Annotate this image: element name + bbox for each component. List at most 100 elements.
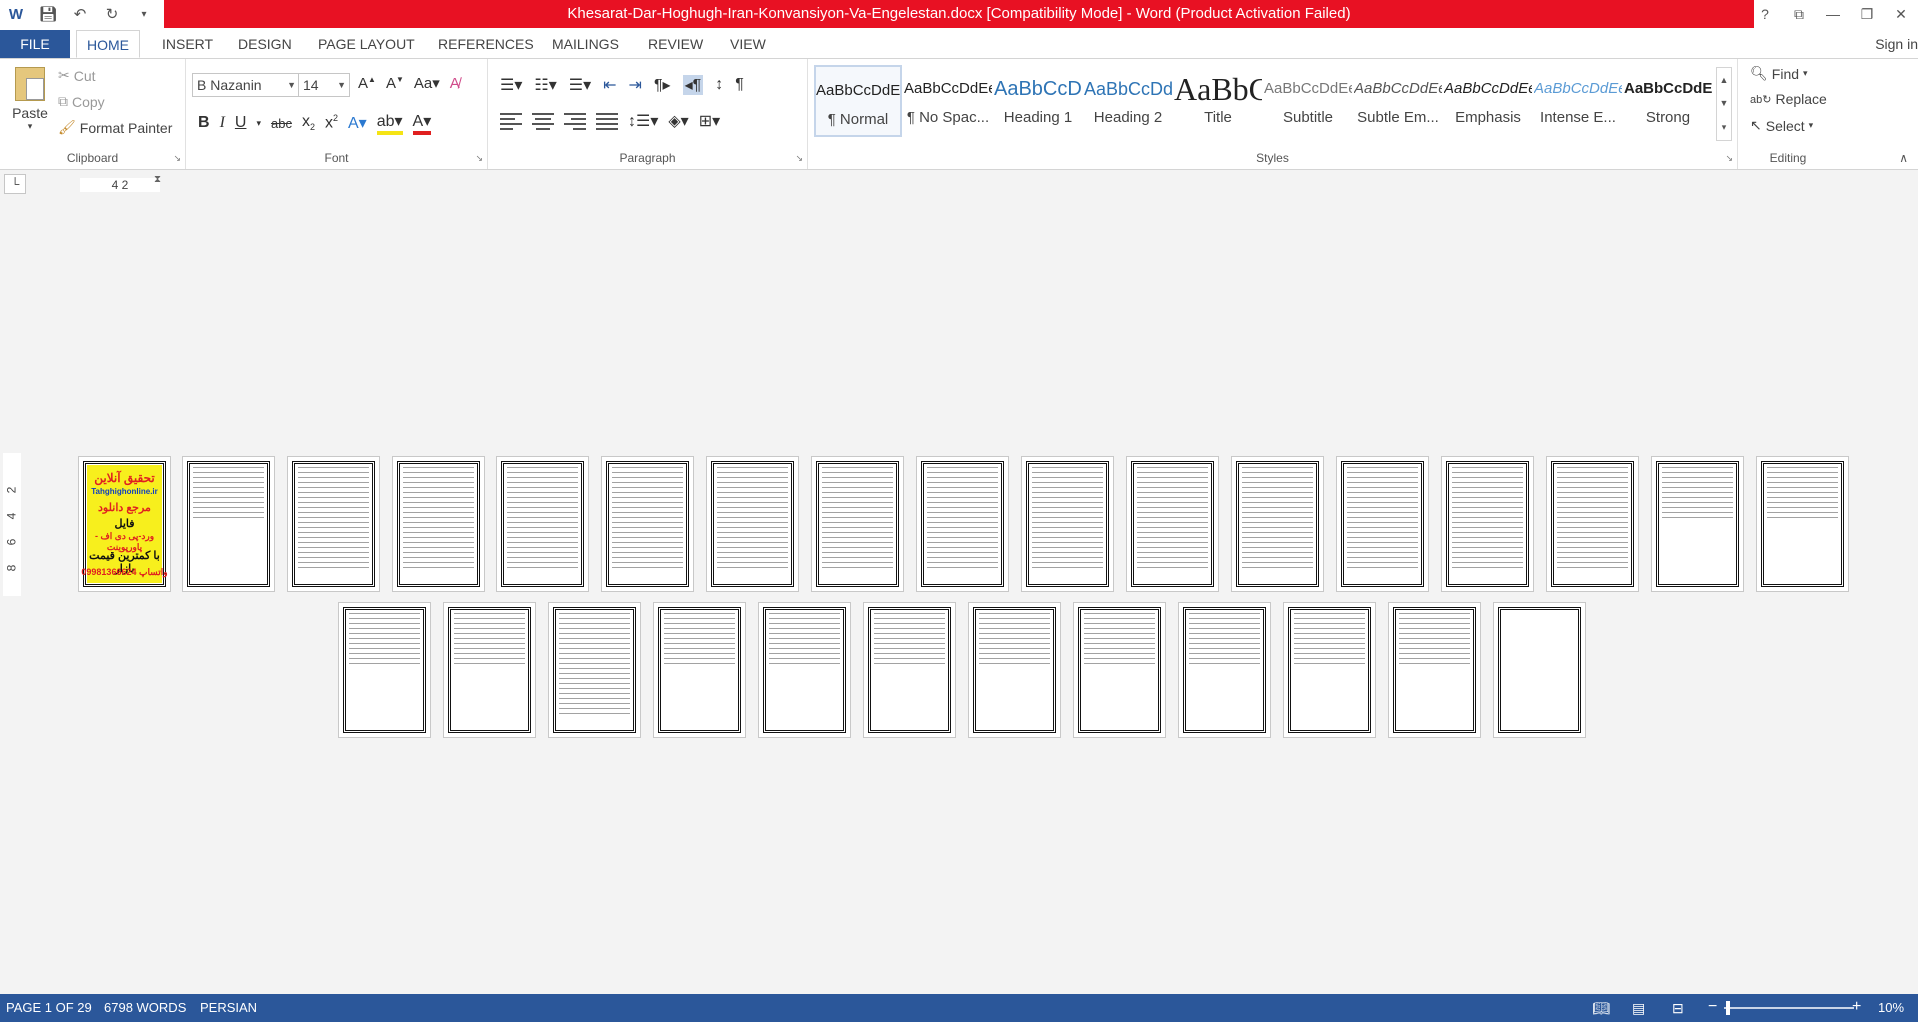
style-heading-1[interactable]: AaBbCcDdEe Heading 1 xyxy=(994,65,1082,137)
line-spacing-icon[interactable]: ↕☰▾ xyxy=(628,111,658,131)
highlight-icon[interactable]: ab▾ xyxy=(376,111,403,135)
increase-indent-icon[interactable]: ⇥ xyxy=(629,75,642,95)
clear-formatting-icon[interactable]: A̸ xyxy=(450,75,460,92)
tab-selector[interactable]: └ xyxy=(4,174,26,194)
subscript-icon[interactable]: x2 xyxy=(302,113,315,132)
horizontal-ruler[interactable]: 4 2 xyxy=(80,178,160,192)
align-center-icon[interactable] xyxy=(532,111,554,131)
font-name-combo[interactable]: B Nazanin ▼ xyxy=(192,73,300,97)
page-thumbnail[interactable] xyxy=(182,456,275,592)
italic-icon[interactable]: I xyxy=(220,114,225,132)
ltr-icon[interactable]: ¶▸ xyxy=(654,75,671,95)
styles-dialog-launcher-icon[interactable]: ↘ xyxy=(1725,153,1733,164)
grow-font-icon[interactable]: A▲ xyxy=(358,75,376,92)
page-thumbnail[interactable] xyxy=(1073,602,1166,738)
style-strong[interactable]: AaBbCcDdEe Strong xyxy=(1624,65,1712,137)
select-button[interactable]: ↖ Select ▾ xyxy=(1750,117,1813,134)
chevron-up-icon[interactable]: ▲ xyxy=(1720,75,1729,85)
text-effects-icon[interactable]: A▾ xyxy=(348,113,367,133)
style-title[interactable]: AaBbCcDdEe Title xyxy=(1174,65,1262,137)
page-thumbnail[interactable] xyxy=(443,602,536,738)
underline-icon[interactable]: U xyxy=(235,114,247,132)
word-app-icon[interactable]: W xyxy=(6,4,26,24)
customize-qat-icon[interactable]: ▾ xyxy=(134,4,154,24)
rtl-icon[interactable]: ◂¶ xyxy=(682,75,704,95)
page-thumbnail[interactable] xyxy=(392,456,485,592)
font-size-combo[interactable]: 14 ▼ xyxy=(298,73,350,97)
tab-insert[interactable]: INSERT xyxy=(162,30,213,58)
font-color-icon[interactable]: A▾ xyxy=(412,111,432,135)
web-layout-icon[interactable]: ⊟ xyxy=(1672,994,1684,1022)
style-subtitle[interactable]: AaBbCcDdEe Subtitle xyxy=(1264,65,1352,137)
zoom-in-icon[interactable]: + xyxy=(1852,993,1861,1021)
font-dialog-launcher-icon[interactable]: ↘ xyxy=(475,153,483,164)
shrink-font-icon[interactable]: A▼ xyxy=(386,75,404,92)
redo-icon[interactable]: ↻ xyxy=(102,4,122,24)
shading-icon[interactable]: ◈▾ xyxy=(668,111,688,131)
page-thumbnail[interactable] xyxy=(1283,602,1376,738)
style-heading-2[interactable]: AaBbCcDdEe Heading 2 xyxy=(1084,65,1172,137)
vertical-ruler[interactable]: 2 4 6 8 xyxy=(3,453,21,596)
read-mode-icon[interactable]: 📖︎ xyxy=(1592,994,1610,1022)
sign-in-link[interactable]: Sign in xyxy=(1875,30,1918,58)
chevron-down-icon[interactable]: ▼ xyxy=(1720,98,1729,108)
zoom-out-icon[interactable]: − xyxy=(1708,993,1717,1021)
style-no-spacing[interactable]: AaBbCcDdEe ¶ No Spac... xyxy=(904,65,992,137)
tab-references[interactable]: REFERENCES xyxy=(438,30,534,58)
page-thumbnail[interactable] xyxy=(811,456,904,592)
change-case-icon[interactable]: Aa▾ xyxy=(414,74,440,92)
style-intense-emphasis[interactable]: AaBbCcDdEe Intense E... xyxy=(1534,65,1622,137)
more-styles-icon[interactable]: ▾ xyxy=(1722,122,1727,133)
page-thumbnail[interactable] xyxy=(1388,602,1481,738)
tab-review[interactable]: REVIEW xyxy=(648,30,703,58)
superscript-icon[interactable]: x2 xyxy=(325,113,338,132)
word-count[interactable]: 6798 WORDS xyxy=(104,994,186,1022)
paste-button[interactable]: Paste ▾ xyxy=(10,67,50,132)
page-thumbnail[interactable] xyxy=(548,602,641,738)
sort-icon[interactable]: ↕ xyxy=(715,76,723,94)
minimize-button[interactable]: — xyxy=(1816,0,1850,28)
page-thumbnail[interactable] xyxy=(287,456,380,592)
page-thumbnail[interactable] xyxy=(1441,456,1534,592)
numbering-icon[interactable]: ☷▾ xyxy=(534,75,556,95)
collapse-ribbon-icon[interactable]: ∧ xyxy=(1899,151,1908,165)
page-thumbnail[interactable] xyxy=(1178,602,1271,738)
bullets-icon[interactable]: ☰▾ xyxy=(500,75,522,95)
style-subtle-emphasis[interactable]: AaBbCcDdEe Subtle Em... xyxy=(1354,65,1442,137)
tab-file[interactable]: FILE xyxy=(0,30,70,58)
tab-home[interactable]: HOME xyxy=(76,30,140,58)
page-thumbnail[interactable] xyxy=(496,456,589,592)
page-thumbnail[interactable] xyxy=(758,602,851,738)
page-thumbnail[interactable] xyxy=(1336,456,1429,592)
page-thumbnail[interactable] xyxy=(1651,456,1744,592)
page-thumbnail[interactable] xyxy=(601,456,694,592)
zoom-slider-thumb[interactable] xyxy=(1726,1001,1730,1015)
strikethrough-icon[interactable]: abc xyxy=(271,116,292,131)
page-count[interactable]: PAGE 1 OF 29 xyxy=(6,994,92,1022)
page-thumbnail[interactable] xyxy=(1021,456,1114,592)
page-thumbnail[interactable] xyxy=(968,602,1061,738)
ribbon-display-options-icon[interactable]: ⧉ xyxy=(1782,0,1816,28)
align-left-icon[interactable] xyxy=(500,111,522,131)
close-button[interactable]: ✕ xyxy=(1884,0,1918,28)
replace-button[interactable]: ab↻ Replace xyxy=(1750,91,1827,107)
tab-mailings[interactable]: MAILINGS xyxy=(552,30,619,58)
tab-view[interactable]: VIEW xyxy=(730,30,766,58)
page-thumbnail[interactable] xyxy=(916,456,1009,592)
page-thumbnail[interactable] xyxy=(338,602,431,738)
find-button[interactable]: 🔍︎ Find ▾ xyxy=(1750,65,1808,82)
undo-icon[interactable]: ↶ xyxy=(70,4,90,24)
restore-button[interactable]: ❐ xyxy=(1850,0,1884,28)
decrease-indent-icon[interactable]: ⇤ xyxy=(603,75,616,95)
copy-button[interactable]: ⧉ Copy xyxy=(58,93,105,110)
multilevel-list-icon[interactable]: ☰▾ xyxy=(569,75,591,95)
page-thumbnail[interactable] xyxy=(653,602,746,738)
page-thumbnail[interactable] xyxy=(1546,456,1639,592)
page-thumbnail[interactable] xyxy=(1493,602,1586,738)
print-layout-icon[interactable]: ▤ xyxy=(1632,994,1645,1022)
bold-icon[interactable]: B xyxy=(198,114,210,132)
format-painter-button[interactable]: 🖌︎ Format Painter xyxy=(58,119,172,136)
style-emphasis[interactable]: AaBbCcDdEe Emphasis xyxy=(1444,65,1532,137)
tab-page-layout[interactable]: PAGE LAYOUT xyxy=(318,30,415,58)
page-thumbnail[interactable] xyxy=(1126,456,1219,592)
